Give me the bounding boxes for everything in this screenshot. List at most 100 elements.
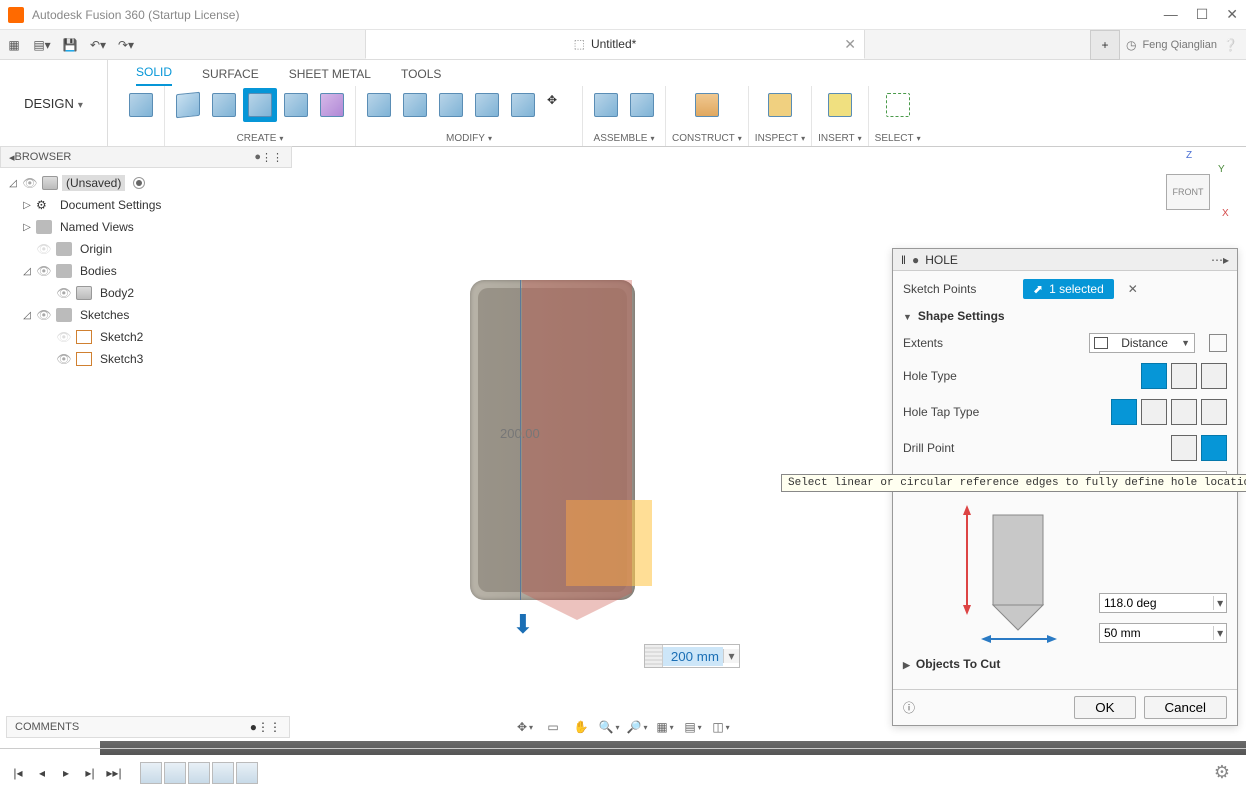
hole-type-counterbore[interactable] bbox=[1171, 363, 1197, 389]
extents-flip-button[interactable] bbox=[1209, 334, 1227, 352]
display-button[interactable]: ▦ bbox=[653, 716, 677, 738]
undo-button[interactable]: ↶▾ bbox=[84, 31, 112, 59]
hole-type-simple[interactable] bbox=[1141, 363, 1167, 389]
timeline-settings-icon[interactable]: ⚙ bbox=[1214, 762, 1230, 783]
dialog-more-icon[interactable]: ⋯▸ bbox=[1211, 253, 1229, 267]
file-menu-button[interactable]: ▤▾ bbox=[28, 31, 56, 59]
inspect-label[interactable]: INSPECT bbox=[755, 133, 805, 144]
tab-surface[interactable]: SURFACE bbox=[202, 67, 259, 86]
objects-to-cut-header[interactable]: Objects To Cut bbox=[903, 657, 1227, 671]
add-comment-icon[interactable]: ● bbox=[250, 720, 257, 734]
dialog-dock-icon[interactable]: ‖ bbox=[901, 253, 906, 267]
drill-angle[interactable] bbox=[1201, 435, 1227, 461]
direction-arrow-icon[interactable]: ⬇ bbox=[512, 609, 534, 640]
document-tab[interactable]: ⬚ Untitled* ✕ bbox=[365, 30, 865, 59]
extents-combo[interactable]: Distance ▼ bbox=[1089, 333, 1195, 353]
fit-button[interactable]: 🔎 bbox=[625, 716, 649, 738]
tree-sketch3[interactable]: 👁 Sketch3 bbox=[8, 348, 288, 370]
grid-button[interactable]: ▤ bbox=[681, 716, 705, 738]
look-at-button[interactable]: ▭ bbox=[541, 716, 565, 738]
user-name[interactable]: Feng Qianglian bbox=[1142, 39, 1217, 51]
grip-icon[interactable] bbox=[645, 645, 663, 667]
hole-button[interactable] bbox=[243, 88, 277, 122]
tap-none[interactable] bbox=[1111, 399, 1137, 425]
tree-named-views[interactable]: ▷ Named Views bbox=[8, 216, 288, 238]
clear-selection-button[interactable]: ✕ bbox=[1128, 282, 1138, 296]
tab-sheet-metal[interactable]: SHEET METAL bbox=[289, 67, 371, 86]
form-button[interactable] bbox=[315, 88, 349, 122]
plane-button[interactable] bbox=[690, 88, 724, 122]
tree-doc-settings[interactable]: ▷⚙ Document Settings bbox=[8, 194, 288, 216]
fillet-button[interactable] bbox=[398, 88, 432, 122]
timeline-feature-3[interactable] bbox=[188, 762, 210, 784]
diameter-input[interactable] bbox=[1100, 624, 1213, 642]
dimension-input-box[interactable]: ▾ bbox=[644, 644, 740, 668]
hole-preview[interactable] bbox=[522, 280, 632, 620]
angle-input[interactable] bbox=[1100, 594, 1213, 612]
view-cube[interactable]: Z Y FRONT X bbox=[1156, 154, 1226, 224]
timeline-feature-4[interactable] bbox=[212, 762, 234, 784]
timeline-start-button[interactable]: |◂ bbox=[8, 763, 28, 783]
tree-origin[interactable]: 👁 Origin bbox=[8, 238, 288, 260]
hole-type-countersink[interactable] bbox=[1201, 363, 1227, 389]
timeline-feature-5[interactable] bbox=[236, 762, 258, 784]
info-icon[interactable]: ⓘ bbox=[903, 699, 1066, 716]
angle-input-box[interactable]: ▾ bbox=[1099, 593, 1227, 613]
timeline-feature-1[interactable] bbox=[140, 762, 162, 784]
close-tab-button[interactable]: ✕ bbox=[844, 36, 856, 53]
shape-settings-header[interactable]: Shape Settings bbox=[903, 309, 1227, 323]
close-button[interactable]: ✕ bbox=[1226, 6, 1238, 23]
pin-icon[interactable]: ● bbox=[912, 253, 919, 267]
move-button[interactable]: ✥ bbox=[542, 88, 576, 122]
comments-grip-icon[interactable]: ⋮⋮ bbox=[257, 720, 281, 734]
insert-label[interactable]: INSERT bbox=[818, 133, 862, 144]
viewcube-face[interactable]: FRONT bbox=[1166, 174, 1210, 210]
drill-flat[interactable] bbox=[1171, 435, 1197, 461]
angle-dropdown[interactable]: ▾ bbox=[1213, 596, 1226, 610]
viewport-layout-button[interactable]: ◫ bbox=[709, 716, 733, 738]
orbit-button[interactable]: ✥ bbox=[513, 716, 537, 738]
tree-bodies[interactable]: ◿👁 Bodies bbox=[8, 260, 288, 282]
tree-body2[interactable]: 👁 Body2 bbox=[8, 282, 288, 304]
data-panel-button[interactable]: ▦ bbox=[0, 31, 28, 59]
select-button[interactable] bbox=[881, 88, 915, 122]
tree-root[interactable]: ◿👁 (Unsaved) bbox=[8, 172, 288, 194]
timeline-forward-button[interactable]: ▸| bbox=[80, 763, 100, 783]
shell-button[interactable] bbox=[434, 88, 468, 122]
redo-button[interactable]: ↷▾ bbox=[112, 31, 140, 59]
cylinder-button[interactable] bbox=[207, 88, 241, 122]
combine-button[interactable] bbox=[470, 88, 504, 122]
zoom-button[interactable]: 🔍 bbox=[597, 716, 621, 738]
browser-collapse-icon[interactable]: ● bbox=[254, 151, 261, 163]
split-button[interactable] bbox=[506, 88, 540, 122]
ok-button[interactable]: OK bbox=[1074, 696, 1135, 719]
assemble-label[interactable]: ASSEMBLE bbox=[594, 133, 655, 144]
timeline-play-button[interactable]: ▸ bbox=[56, 763, 76, 783]
tab-tools[interactable]: TOOLS bbox=[401, 67, 441, 86]
tap-tapped[interactable] bbox=[1171, 399, 1197, 425]
modify-label[interactable]: MODIFY bbox=[446, 133, 492, 144]
new-tab-button[interactable]: + bbox=[1090, 30, 1120, 60]
timeline-feature-2[interactable] bbox=[164, 762, 186, 784]
new-component-button[interactable] bbox=[589, 88, 623, 122]
pan-button[interactable]: ✋ bbox=[569, 716, 593, 738]
save-button[interactable]: 💾 bbox=[56, 31, 84, 59]
timeline-back-button[interactable]: ◂ bbox=[32, 763, 52, 783]
tree-sketches[interactable]: ◿👁 Sketches bbox=[8, 304, 288, 326]
tap-clearance[interactable] bbox=[1141, 399, 1167, 425]
browser-grip-icon[interactable]: ⋮⋮ bbox=[261, 151, 283, 164]
joint-button[interactable] bbox=[625, 88, 659, 122]
diameter-dropdown[interactable]: ▾ bbox=[1213, 626, 1226, 640]
press-pull-button[interactable] bbox=[362, 88, 396, 122]
minimize-button[interactable]: — bbox=[1164, 6, 1178, 23]
selection-pill[interactable]: ⬈ 1 selected bbox=[1023, 279, 1114, 299]
new-sketch-button[interactable] bbox=[124, 88, 158, 122]
box-button[interactable] bbox=[171, 88, 205, 122]
activate-radio[interactable] bbox=[133, 177, 145, 189]
insert-button[interactable] bbox=[823, 88, 857, 122]
dimension-input[interactable] bbox=[663, 647, 723, 666]
create-label[interactable]: CREATE bbox=[237, 133, 284, 144]
extensions-icon[interactable]: ◷ bbox=[1126, 38, 1136, 52]
dialog-header[interactable]: ‖ ● HOLE ⋯▸ bbox=[893, 249, 1237, 271]
select-label[interactable]: SELECT bbox=[875, 133, 921, 144]
